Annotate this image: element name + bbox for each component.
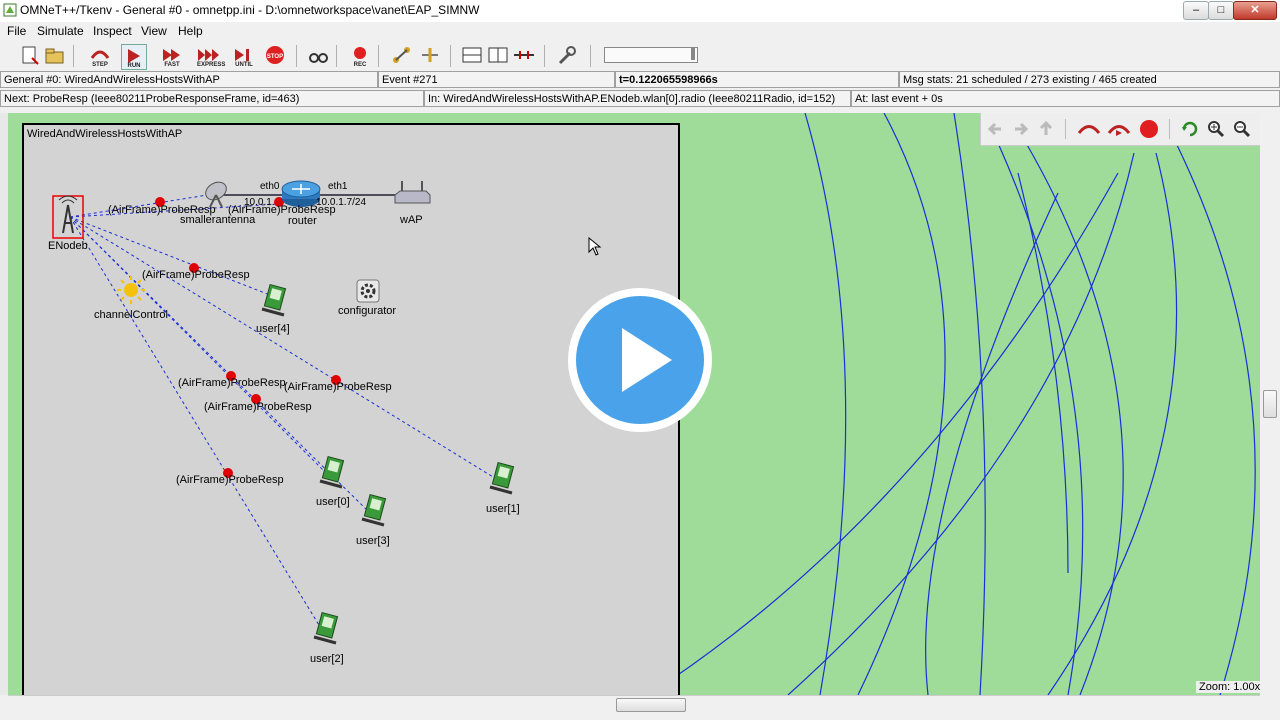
stop-button[interactable]: STOP: [263, 44, 287, 68]
split-vertical-icon: [488, 47, 508, 63]
until-button[interactable]: UNTIL: [232, 44, 256, 68]
zoom-out-icon[interactable]: [1233, 120, 1251, 138]
omnet-app-icon: [3, 3, 17, 17]
message-label: (AirFrame)ProbeResp: [204, 401, 312, 413]
user2-label: user[2]: [310, 653, 344, 665]
preferences-button[interactable]: [555, 44, 579, 68]
window-title: OMNeT++/Tkenv - General #0 - omnetpp.ini…: [20, 3, 480, 17]
new-file-icon: [22, 46, 39, 65]
up-arrow-icon[interactable]: [1037, 120, 1055, 138]
relayout-icon[interactable]: [1181, 120, 1199, 138]
animation-speed-slider[interactable]: [604, 47, 698, 63]
binoculars-icon: [309, 53, 328, 63]
back-arrow-icon[interactable]: [987, 120, 1005, 138]
enodeb-tower-icon[interactable]: [52, 195, 86, 239]
step-module-icon[interactable]: [1077, 120, 1101, 138]
stop-module-icon[interactable]: [1139, 119, 1159, 139]
module-status: In: WiredAndWirelessHostsWithAP.ENodeb.w…: [424, 90, 851, 107]
eth0-label: eth0: [260, 181, 280, 192]
load-ned-button[interactable]: [43, 44, 67, 68]
message-label: (AirFrame)ProbeResp: [228, 204, 336, 216]
menu-help[interactable]: Help: [178, 24, 203, 38]
user3-label: user[3]: [356, 535, 390, 547]
inspect-network-button[interactable]: [390, 44, 414, 68]
user4-label: user[4]: [256, 323, 290, 335]
message-label: (AirFrame)ProbeResp: [108, 204, 216, 216]
event-queue-icon: [422, 48, 438, 62]
message-label: (AirFrame)ProbeResp: [178, 377, 286, 389]
forward-arrow-icon[interactable]: [1011, 120, 1029, 138]
fast-button[interactable]: FAST: [160, 44, 184, 68]
router-label: router: [288, 215, 317, 227]
vertical-scrollbar[interactable]: [1260, 113, 1280, 695]
next-event-status: Next: ProbeResp (Ieee80211ProbeResponseF…: [0, 90, 424, 107]
zoom-level: Zoom: 1.00x: [1196, 681, 1264, 693]
title-bar: OMNeT++/Tkenv - General #0 - omnetpp.ini…: [0, 0, 1280, 23]
zoom-in-icon[interactable]: [1207, 120, 1225, 138]
channelcontrol-label: channelControl: [94, 309, 168, 321]
message-label: (AirFrame)ProbeResp: [176, 474, 284, 486]
vertical-scroll-thumb[interactable]: [1263, 390, 1277, 418]
run-module-icon[interactable]: [1107, 120, 1131, 138]
user2-laptop-icon[interactable]: [312, 611, 340, 645]
configurator-label: configurator: [338, 305, 397, 317]
step-button[interactable]: STEP: [88, 44, 112, 68]
horizontal-scrollbar[interactable]: [8, 695, 1260, 713]
layout-vertical-button[interactable]: [486, 44, 510, 68]
eth1-label: eth1: [328, 181, 348, 192]
sim-time-status: t=0.122065598966s: [615, 71, 899, 88]
run-name-status: General #0: WiredAndWirelessHostsWithAP: [0, 71, 378, 88]
menu-file[interactable]: File: [7, 24, 26, 38]
user1-label: user[1]: [486, 503, 520, 515]
last-event-status: At: last event + 0s: [851, 90, 1280, 107]
timeline-button[interactable]: [512, 44, 536, 68]
wrench-icon: [558, 46, 576, 65]
left-splitter[interactable]: [0, 113, 8, 695]
inspect-scheduled-button[interactable]: [418, 44, 442, 68]
wap-label: wAP: [400, 214, 423, 226]
minimize-button[interactable]: –: [1183, 1, 1209, 20]
close-button[interactable]: ✕: [1233, 1, 1277, 20]
enodeb-label: ENodeb: [48, 240, 88, 252]
layout-horizontal-button[interactable]: [460, 44, 484, 68]
record-button[interactable]: REC: [348, 44, 372, 68]
menu-simulate[interactable]: Simulate: [37, 24, 84, 38]
user4-laptop-icon[interactable]: [260, 283, 288, 317]
wireless-ap-icon[interactable]: [392, 177, 432, 209]
mouse-cursor-icon: [588, 237, 602, 256]
user1-laptop-icon[interactable]: [488, 461, 516, 495]
gear-icon[interactable]: [356, 279, 380, 303]
user3-laptop-icon[interactable]: [360, 493, 388, 527]
network-icon: [393, 47, 410, 63]
folder-icon: [45, 48, 64, 64]
menu-inspect[interactable]: Inspect: [93, 24, 132, 38]
timeline-icon: [514, 51, 534, 59]
event-number-status: Event #271: [378, 71, 615, 88]
msg-stats-status: Msg stats: 21 scheduled / 273 existing /…: [899, 71, 1280, 88]
play-icon[interactable]: [566, 286, 714, 434]
horizontal-scroll-thumb[interactable]: [616, 698, 686, 712]
new-run-button[interactable]: [18, 44, 42, 68]
user0-laptop-icon[interactable]: [318, 455, 346, 489]
user0-label: user[0]: [316, 496, 350, 508]
menu-view[interactable]: View: [141, 24, 167, 38]
split-horizontal-icon: [462, 47, 482, 63]
message-label: (AirFrame)ProbeResp: [284, 381, 392, 393]
message-label: (AirFrame)ProbeResp: [142, 269, 250, 281]
menu-bar: File Simulate Inspect View Help: [0, 22, 1280, 41]
find-objects-button[interactable]: [306, 44, 330, 68]
run-button[interactable]: RUN: [121, 44, 147, 70]
canvas-toolbar: [980, 113, 1261, 146]
maximize-button[interactable]: □: [1208, 1, 1234, 20]
express-button[interactable]: EXPRESS: [197, 44, 225, 68]
